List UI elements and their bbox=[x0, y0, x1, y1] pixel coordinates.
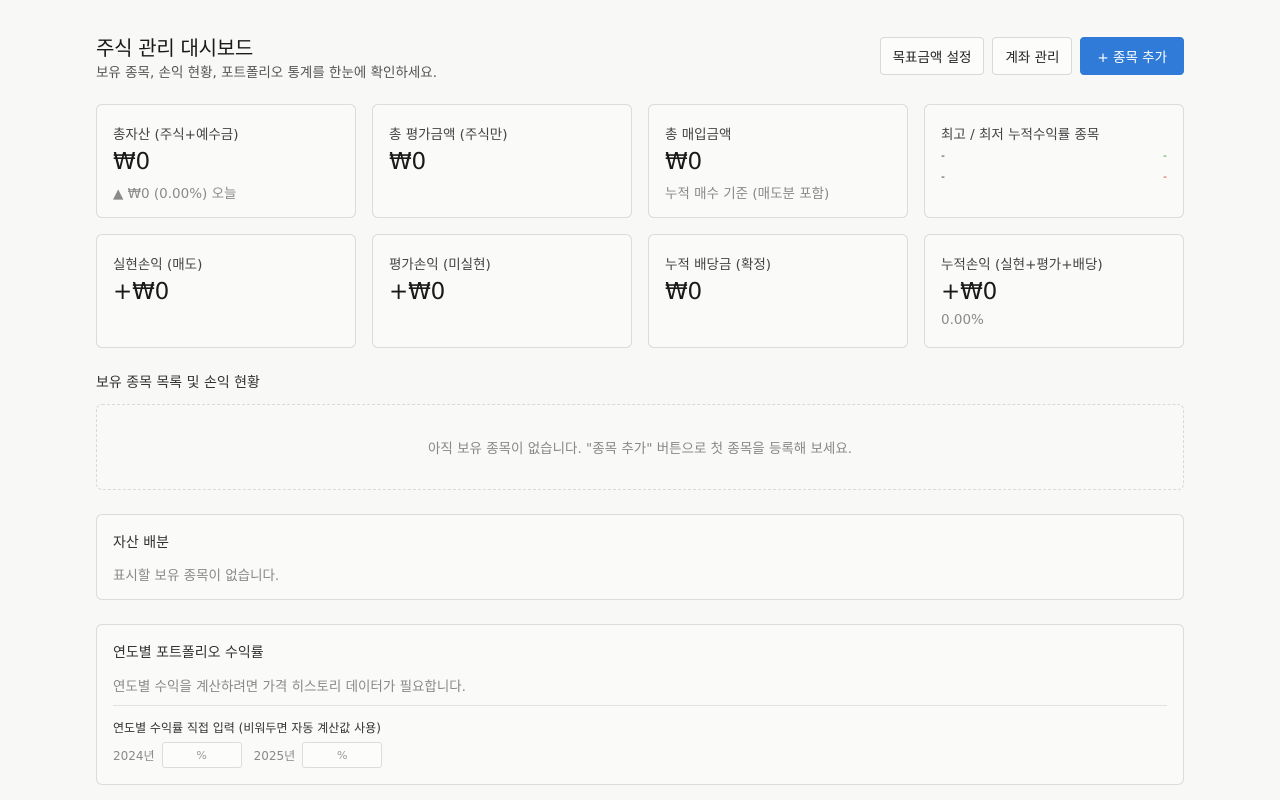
card-label: 총 매입금액 bbox=[665, 127, 732, 143]
cumulative-return-pct: 0.00% bbox=[941, 312, 984, 328]
manual-input-label: 연도별 수익률 직접 입력 (비워두면 자동 계산값 사용) bbox=[113, 721, 381, 735]
total-purchase-card: 총 매입금액 ₩0 누적 매수 기준 (매도분 포함) bbox=[648, 104, 908, 218]
year-label-2024: 2024년 bbox=[113, 748, 155, 763]
stats-grid: 총자산 (주식+예수금) ₩0 ▲ ₩0 (0.00%) 오늘 총 평가금액 (… bbox=[96, 104, 1184, 348]
total-assets-card: 총자산 (주식+예수금) ₩0 ▲ ₩0 (0.00%) 오늘 bbox=[96, 104, 356, 218]
manage-accounts-button[interactable]: 계좌 관리 bbox=[992, 37, 1073, 75]
page-subtitle: 보유 종목, 손익 현황, 포트폴리오 통계를 한눈에 확인하세요. bbox=[96, 65, 437, 81]
best-worst-card: 최고 / 최저 누적수익률 종목 - - - - bbox=[924, 104, 1184, 218]
cumulative-pnl-card: 누적손익 (실현+평가+배당) +₩0 0.00% bbox=[924, 234, 1184, 348]
card-value: ₩0 bbox=[665, 279, 702, 305]
allocation-empty-text: 표시할 보유 종목이 없습니다. bbox=[113, 568, 280, 584]
return-input-2024[interactable] bbox=[161, 742, 242, 768]
page-header: 주식 관리 대시보드 보유 종목, 손익 현황, 포트폴리오 통계를 한눈에 확… bbox=[96, 0, 1184, 104]
dashboard: 주식 관리 대시보드 보유 종목, 손익 현황, 포트폴리오 통계를 한눈에 확… bbox=[96, 0, 1184, 785]
card-value: ₩0 bbox=[113, 149, 150, 175]
best-stock-row: - - bbox=[941, 149, 1167, 162]
card-label: 최고 / 최저 누적수익률 종목 bbox=[941, 127, 1100, 143]
add-stock-button[interactable]: + 종목 추가 bbox=[1080, 37, 1184, 75]
year-label-2025: 2025년 bbox=[253, 748, 296, 763]
card-label: 누적 배당금 (확정) bbox=[665, 257, 772, 273]
card-label: 누적손익 (실현+평가+배당) bbox=[941, 257, 1103, 273]
holdings-empty-state: 아직 보유 종목이 없습니다. "종목 추가" 버튼으로 첫 종목을 등록해 보… bbox=[96, 404, 1184, 490]
header-actions: 목표금액 설정 계좌 관리 + 종목 추가 bbox=[879, 37, 1184, 75]
holdings-section-title: 보유 종목 목록 및 손익 현황 bbox=[96, 375, 260, 391]
best-stock-name: - bbox=[941, 149, 945, 162]
card-value: +₩0 bbox=[389, 279, 446, 305]
card-label: 총 평가금액 (주식만) bbox=[389, 127, 508, 143]
yearly-returns-panel: 연도별 포트폴리오 수익률 연도별 수익을 계산하려면 가격 히스토리 데이터가… bbox=[96, 624, 1184, 785]
card-value: ₩0 bbox=[389, 149, 426, 175]
realized-pnl-card: 실현손익 (매도) +₩0 bbox=[96, 234, 356, 348]
card-value: +₩0 bbox=[113, 279, 170, 305]
card-value: +₩0 bbox=[941, 279, 998, 305]
return-input-2025[interactable] bbox=[302, 742, 383, 768]
divider bbox=[113, 705, 1167, 706]
card-label: 총자산 (주식+예수금) bbox=[113, 127, 239, 143]
card-label: 평가손익 (미실현) bbox=[389, 257, 491, 273]
daily-change: ▲ ₩0 (0.00%) 오늘 bbox=[113, 186, 237, 202]
card-label: 실현손익 (매도) bbox=[113, 257, 203, 273]
dividends-card: 누적 배당금 (확정) ₩0 bbox=[648, 234, 908, 348]
card-note: 누적 매수 기준 (매도분 포함) bbox=[665, 186, 830, 202]
asset-allocation-panel: 자산 배분 표시할 보유 종목이 없습니다. bbox=[96, 514, 1184, 600]
page-title: 주식 관리 대시보드 bbox=[96, 36, 253, 60]
allocation-title: 자산 배분 bbox=[113, 535, 169, 551]
unrealized-pnl-card: 평가손익 (미실현) +₩0 bbox=[372, 234, 632, 348]
worst-stock-return: - bbox=[1163, 170, 1167, 183]
yearly-returns-title: 연도별 포트폴리오 수익률 bbox=[113, 645, 264, 661]
worst-stock-row: - - bbox=[941, 170, 1167, 183]
total-eval-card: 총 평가금액 (주식만) ₩0 bbox=[372, 104, 632, 218]
best-stock-return: - bbox=[1163, 149, 1167, 162]
yearly-returns-note: 연도별 수익을 계산하려면 가격 히스토리 데이터가 필요합니다. bbox=[113, 679, 466, 695]
set-target-button[interactable]: 목표금액 설정 bbox=[879, 37, 985, 75]
worst-stock-name: - bbox=[941, 170, 945, 183]
card-value: ₩0 bbox=[665, 149, 702, 175]
yearly-inputs: 2024년 2025년 bbox=[113, 742, 394, 768]
